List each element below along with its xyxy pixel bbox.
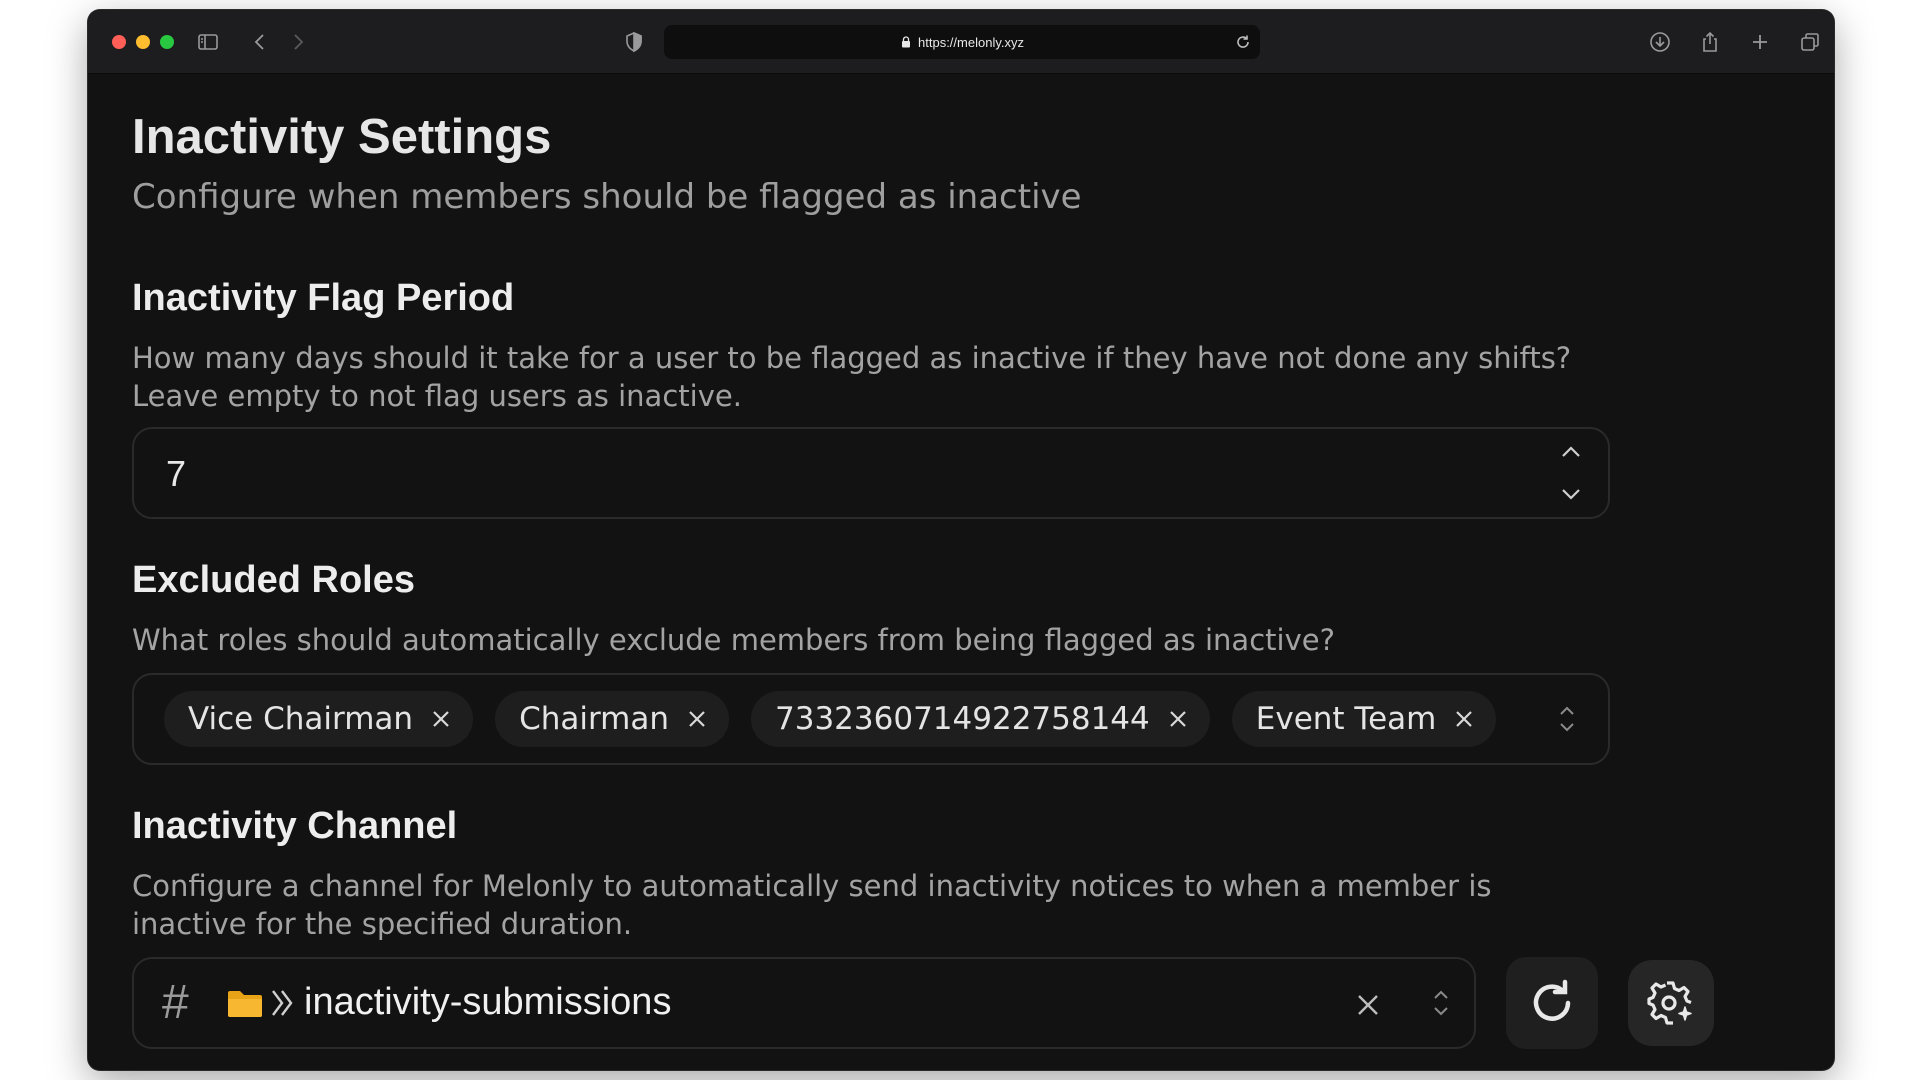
url-text: https://melonly.xyz (918, 34, 1024, 50)
inactivity-channel-description-line2: inactive for the specified duration. (132, 907, 633, 941)
forward-icon[interactable] (286, 30, 310, 54)
flag-period-description-line1: How many days should it take for a user … (132, 341, 1572, 375)
chevron-down-icon[interactable] (1558, 483, 1584, 505)
flag-period-title: Inactivity Flag Period (132, 277, 515, 319)
back-icon[interactable] (248, 30, 272, 54)
download-icon[interactable] (1648, 30, 1672, 54)
refresh-icon (1533, 979, 1571, 1021)
clear-channel-icon[interactable] (1354, 991, 1382, 1019)
address-bar[interactable]: https://melonly.xyz (664, 25, 1260, 59)
double-chevron-right-icon (268, 983, 296, 1023)
remove-role-icon[interactable] (429, 707, 453, 731)
excluded-roles-select[interactable]: Vice Chairman Chairman 73323607149227581… (132, 673, 1610, 765)
shield-icon[interactable] (622, 30, 646, 54)
lock-icon (902, 36, 911, 48)
hash-icon: # (162, 976, 189, 1029)
role-chip-list: Vice Chairman Chairman 73323607149227581… (164, 691, 1497, 747)
inactivity-channel-title: Inactivity Channel (132, 805, 458, 847)
reload-icon[interactable] (1234, 33, 1252, 51)
remove-role-icon[interactable] (1452, 707, 1476, 731)
zoom-window-button[interactable] (160, 35, 174, 49)
remove-role-icon[interactable] (1166, 707, 1190, 731)
browser-window: https://melonly.xyz Inactivity Settings … (88, 10, 1834, 1070)
new-tab-icon[interactable] (1748, 30, 1772, 54)
folder-icon (226, 987, 264, 1019)
tabs-overview-icon[interactable] (1798, 30, 1822, 54)
chevron-up-down-icon[interactable] (1556, 701, 1578, 737)
settings-sparkle-icon (1647, 981, 1692, 1025)
page-subtitle: Configure when members should be flagged… (132, 177, 1082, 217)
excluded-roles-title: Excluded Roles (132, 559, 415, 601)
chevron-up-icon[interactable] (1558, 441, 1584, 463)
inactivity-channel-select[interactable]: # inactivity-submissions (132, 957, 1476, 1049)
role-chip: Event Team (1231, 691, 1497, 747)
role-chip: Chairman (495, 691, 730, 747)
role-chip: 733236071492275814​4 (751, 691, 1210, 747)
sidebar-icon[interactable] (196, 30, 220, 54)
chevron-up-down-icon[interactable] (1430, 985, 1452, 1021)
role-chip: Vice Chairman (164, 691, 474, 747)
browser-toolbar: https://melonly.xyz (88, 10, 1834, 74)
refresh-channels-button[interactable] (1506, 957, 1598, 1049)
minimize-window-button[interactable] (136, 35, 150, 49)
role-chip-label: Chairman (519, 701, 670, 737)
channel-settings-button[interactable] (1628, 960, 1714, 1046)
channel-name: inactivity-submissions (304, 981, 672, 1023)
number-stepper[interactable] (1556, 439, 1586, 507)
remove-role-icon[interactable] (685, 707, 709, 731)
excluded-roles-description: What roles should automatically exclude … (132, 623, 1335, 657)
flag-period-input[interactable]: 7 (132, 427, 1610, 519)
role-chip-label: Vice Chairman (188, 701, 414, 737)
role-chip-label: 733236071492275814​4 (775, 701, 1150, 737)
page-title: Inactivity Settings (132, 110, 552, 164)
inactivity-channel-description-line1: Configure a channel for Melonly to autom… (132, 869, 1492, 903)
share-icon[interactable] (1698, 30, 1722, 54)
flag-period-value: 7 (166, 453, 187, 494)
flag-period-description-line2: Leave empty to not flag users as inactiv… (132, 379, 742, 413)
close-window-button[interactable] (112, 35, 126, 49)
settings-content: Inactivity Settings Configure when membe… (88, 75, 1834, 1070)
role-chip-label: Event Team (1255, 701, 1437, 737)
